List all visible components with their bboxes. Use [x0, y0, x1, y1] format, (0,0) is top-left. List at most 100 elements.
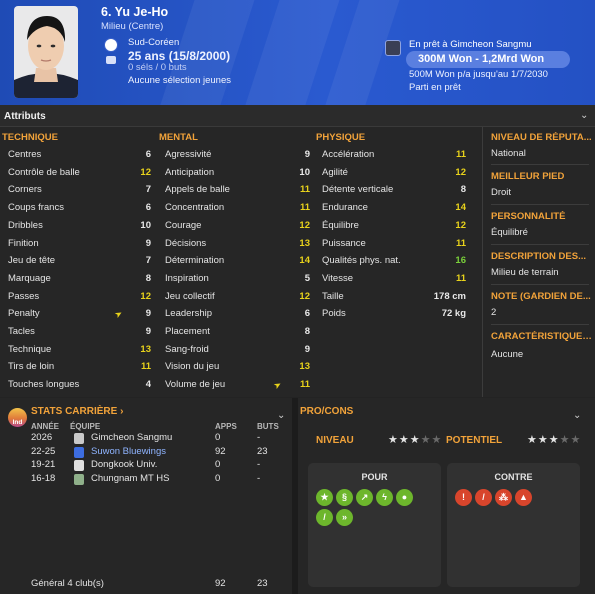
- attr-value: 9: [145, 326, 151, 337]
- attr-row-finition[interactable]: Finition 9: [8, 235, 151, 253]
- attr-label: Accélération: [322, 149, 375, 160]
- dna-icon[interactable]: §: [336, 489, 353, 506]
- career-goals: 23: [257, 445, 268, 457]
- transfer-value-pill[interactable]: 300M Won - 1,2Mrd Won: [406, 51, 570, 68]
- club-crest-icon: [74, 446, 84, 458]
- career-year: 22-25: [31, 445, 56, 457]
- attr-value: 13: [299, 237, 310, 249]
- chevron-down-icon[interactable]: ⌄: [580, 110, 588, 121]
- boot-icon[interactable]: /: [475, 489, 492, 506]
- career-stats-title-text: STATS CARRIÈRE: [31, 406, 118, 417]
- attr-row-agilite[interactable]: Agilité 12: [322, 164, 466, 182]
- attr-row-qualites-phys-nat[interactable]: Qualités phys. nat. 16: [322, 252, 466, 270]
- attr-label: Placement: [165, 326, 210, 337]
- attr-value: 13: [140, 343, 151, 355]
- attr-row-technique[interactable]: Technique 13: [8, 341, 151, 359]
- attr-row-jeu-collectif[interactable]: Jeu collectif 12: [165, 288, 310, 306]
- attr-row-dribbles[interactable]: Dribbles 10: [8, 217, 151, 235]
- attr-row-placement[interactable]: Placement 8: [165, 323, 310, 341]
- attr-row-touches-longues[interactable]: Touches longues 4: [8, 376, 151, 394]
- attr-row-passes[interactable]: Passes 12: [8, 288, 151, 306]
- lightning-icon[interactable]: ϟ: [376, 489, 393, 506]
- media-description-value: Milieu de terrain: [491, 267, 559, 278]
- attr-label: Sang-froid: [165, 343, 209, 355]
- attr-value: 10: [299, 166, 310, 178]
- attr-row-endurance[interactable]: Endurance 14: [322, 199, 466, 217]
- attr-row-courage[interactable]: Courage 12: [165, 217, 310, 235]
- career-team[interactable]: Suwon Bluewings: [91, 446, 166, 457]
- attr-row-tirs-de-loin[interactable]: Tirs de loin 11: [8, 358, 151, 376]
- career-team[interactable]: Dongkook Univ.: [91, 459, 157, 470]
- career-team[interactable]: Chungnam MT HS: [91, 473, 170, 484]
- set-piece-icon[interactable]: ⁂: [495, 489, 512, 506]
- attr-row-jeu-de-tete[interactable]: Jeu de tête 7: [8, 252, 151, 270]
- attr-label: Concentration: [165, 202, 225, 214]
- attr-row-acceleration[interactable]: Accélération 11: [322, 146, 466, 164]
- player-info: Sud-Coréen 25 ans (15/8/2000) 0 séls / 0…: [128, 37, 231, 87]
- career-team[interactable]: Gimcheon Sangmu: [91, 432, 172, 443]
- attr-value: 8: [304, 326, 310, 337]
- attr-row-appels-de-balle[interactable]: Appels de balle 11: [165, 181, 310, 199]
- attr-row-coups-francs[interactable]: Coups francs 6: [8, 199, 151, 217]
- attr-row-leadership[interactable]: Leadership 6: [165, 305, 310, 323]
- player-name: 6. Yu Je-Ho: [101, 5, 169, 19]
- star-icon: ★: [409, 434, 421, 446]
- attr-row-agressivite[interactable]: Agressivité 9: [165, 146, 310, 164]
- club-crest-icon[interactable]: [385, 40, 401, 56]
- career-year: 19-21: [31, 459, 56, 470]
- boot-icon[interactable]: /: [316, 509, 333, 526]
- attr-row-corners[interactable]: Corners 7: [8, 181, 151, 199]
- traits-value: Aucune: [491, 349, 524, 360]
- attr-row-vitesse[interactable]: Vitesse 11: [322, 270, 466, 288]
- weight-value: 72 kg: [441, 308, 466, 319]
- trend-icon[interactable]: ↗: [356, 489, 373, 506]
- club-crest-icon: [74, 473, 84, 485]
- attr-row-puissance[interactable]: Puissance 11: [322, 235, 466, 253]
- attr-label: Penalty: [8, 308, 40, 320]
- attr-row-detente-verticale[interactable]: Détente verticale 8: [322, 181, 466, 199]
- attr-label: Courage: [165, 219, 202, 231]
- wage-line: 500M Won p/a jusqu'au 1/7/2030: [409, 69, 548, 80]
- career-total-goals: 23: [257, 578, 268, 589]
- career-year: 2026: [31, 432, 53, 443]
- attr-row-centres[interactable]: Centres 6: [8, 146, 151, 164]
- header-icon[interactable]: !: [455, 489, 472, 506]
- attr-row-vision-du-jeu[interactable]: Vision du jeu 13: [165, 358, 310, 376]
- attr-row-volume-de-jeu[interactable]: Volume de jeu 11 ➤: [165, 376, 310, 394]
- youth-caps: Aucune sélection jeunes: [128, 74, 231, 86]
- attr-row-decisions[interactable]: Décisions 13: [165, 235, 310, 253]
- attr-row-tacles[interactable]: Tacles 9: [8, 323, 151, 341]
- attr-value: 11: [140, 361, 151, 373]
- attr-label: Tirs de loin: [8, 361, 55, 373]
- weight-label: Poids: [322, 308, 346, 319]
- attr-row-equilibre[interactable]: Équilibre 12: [322, 217, 466, 235]
- attr-value: 12: [455, 166, 466, 178]
- attr-value: 11: [299, 379, 310, 391]
- flask-icon[interactable]: ▲: [515, 489, 532, 506]
- muscle-icon[interactable]: ●: [396, 489, 413, 506]
- career-stats-title[interactable]: STATS CARRIÈRE ›: [31, 406, 123, 417]
- attr-row-penalty[interactable]: Penalty 9 ➤: [8, 305, 151, 323]
- attr-row-determination[interactable]: Détermination 14: [165, 252, 310, 270]
- attr-row-sang-froid[interactable]: Sang-froid 9: [165, 341, 310, 359]
- attr-row-controle-de-balle[interactable]: Contrôle de balle 12: [8, 164, 151, 182]
- attr-row-marquage[interactable]: Marquage 8: [8, 270, 151, 288]
- attr-row-concentration[interactable]: Concentration 11: [165, 199, 310, 217]
- divider: [491, 204, 589, 205]
- pass-icon[interactable]: »: [336, 509, 353, 526]
- attr-value: 7: [145, 255, 151, 267]
- attr-row-anticipation[interactable]: Anticipation 10: [165, 164, 310, 182]
- traits-heading: CARACTÉRISTIQUES J: [491, 331, 593, 342]
- loan-line[interactable]: En prêt à Gimcheon Sangmu: [409, 39, 532, 52]
- star-icon[interactable]: ★: [316, 489, 333, 506]
- attributes-panel: TECHNIQUE Centres 6 Contrôle de balle 12 Cor…: [0, 127, 595, 397]
- attr-value: 11: [299, 184, 310, 196]
- attr-value: 16: [455, 255, 466, 267]
- chevron-down-icon[interactable]: ⌄: [277, 410, 285, 421]
- attr-label: Passes: [8, 290, 40, 302]
- chevron-down-icon[interactable]: ⌄: [573, 410, 581, 421]
- best-foot-heading: MEILLEUR PIED: [491, 171, 565, 182]
- attr-row-inspiration[interactable]: Inspiration 5: [165, 270, 310, 288]
- attributes-bar[interactable]: Attributs ⌄: [0, 105, 595, 127]
- nationality-flag-icon: [104, 38, 118, 52]
